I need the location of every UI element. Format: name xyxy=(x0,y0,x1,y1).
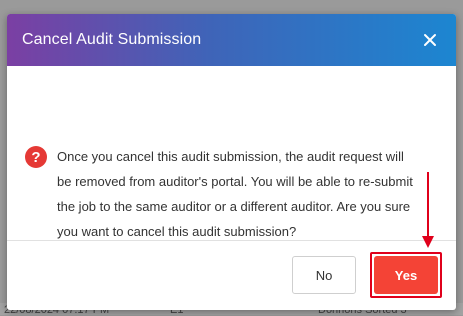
dialog-title: Cancel Audit Submission xyxy=(22,31,202,48)
annotation-arrow-icon xyxy=(422,172,434,248)
no-button[interactable]: No xyxy=(292,256,356,294)
dialog-header: Cancel Audit Submission xyxy=(7,14,456,66)
dialog-footer: No Yes xyxy=(7,241,456,309)
message-line: the job to the same auditor or a differe… xyxy=(57,199,411,214)
yes-button[interactable]: Yes xyxy=(374,256,438,294)
cancel-audit-dialog: Cancel Audit Submission ? Once you cance… xyxy=(7,14,456,310)
message-line: be removed from auditor's portal. You wi… xyxy=(57,174,413,189)
dialog-body: ? Once you cancel this audit submission,… xyxy=(7,66,456,241)
yes-button-highlight: Yes xyxy=(370,252,442,298)
close-icon[interactable] xyxy=(418,28,442,52)
question-circle-icon: ? xyxy=(25,146,47,168)
message-line: Once you cancel this audit submission, t… xyxy=(57,149,404,164)
confirmation-message: Once you cancel this audit submission, t… xyxy=(57,144,413,240)
